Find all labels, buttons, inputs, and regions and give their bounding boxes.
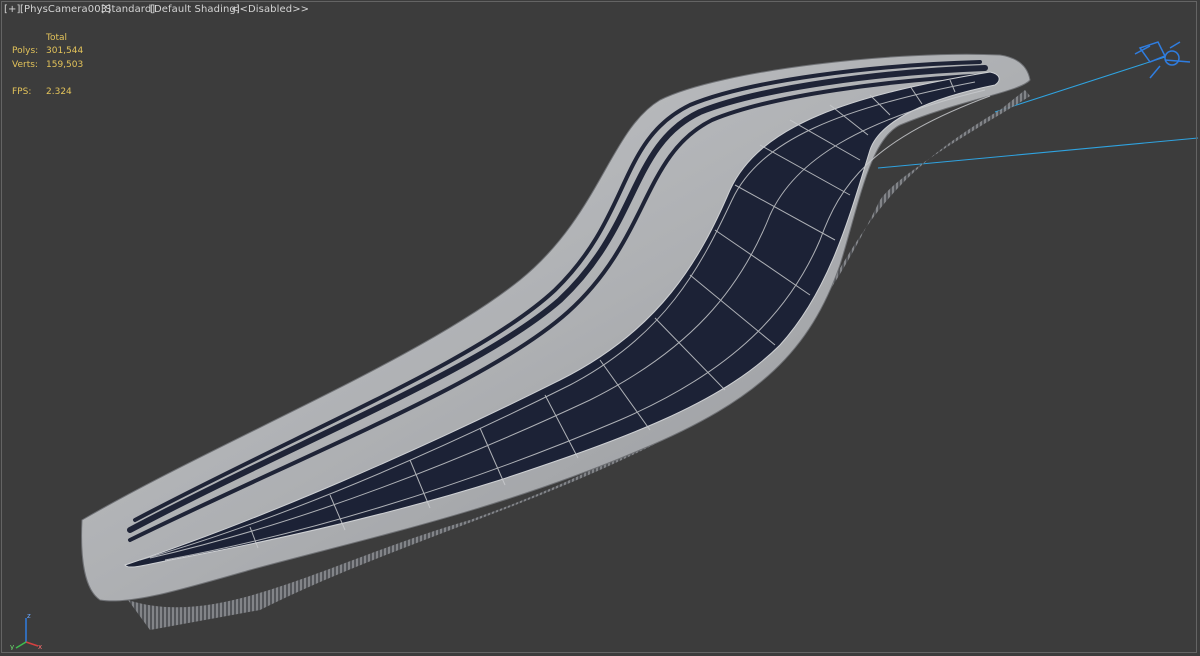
roof-shell[interactable] bbox=[81, 53, 1031, 602]
viewport-shading-menu[interactable]: [Default Shading] bbox=[150, 4, 240, 15]
stats-fps-value: 2.324 bbox=[46, 87, 72, 97]
svg-text:y: y bbox=[10, 643, 14, 650]
stats-header: Total bbox=[46, 33, 68, 43]
svg-text:x: x bbox=[38, 643, 42, 650]
viewport-camera-menu[interactable]: [PhysCamera003] bbox=[20, 4, 111, 15]
axis-gizmo-icon: z x y bbox=[10, 612, 42, 650]
scene-render[interactable] bbox=[0, 0, 1200, 656]
svg-text:z: z bbox=[27, 612, 31, 620]
camera-icon[interactable] bbox=[1134, 41, 1191, 79]
viewport-disabled-menu[interactable]: <<Disabled>> bbox=[231, 4, 309, 15]
stats-verts-value: 159,503 bbox=[46, 60, 84, 70]
stats-polys-value: 301,544 bbox=[46, 46, 84, 56]
stats-verts-label: Verts: bbox=[12, 60, 38, 70]
viewport-shading-mode-menu[interactable]: [Standard] bbox=[101, 4, 155, 15]
viewport-plus-menu[interactable]: [+] bbox=[4, 4, 20, 15]
stats-fps-label: FPS: bbox=[12, 87, 32, 97]
viewport[interactable]: [+] [PhysCamera003] [Standard] [Default … bbox=[0, 0, 1200, 656]
stats-polys-label: Polys: bbox=[12, 46, 39, 56]
